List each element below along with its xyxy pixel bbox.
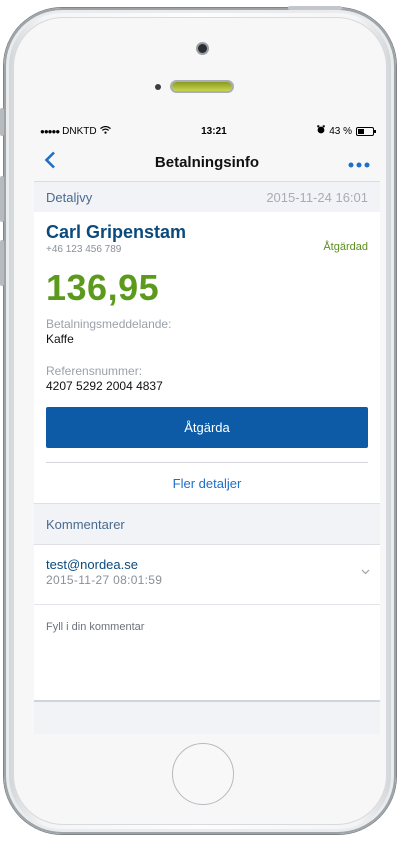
reference-label: Referensnummer: [46, 364, 143, 378]
wifi-icon [99, 125, 111, 137]
volume-up-button [0, 176, 4, 222]
more-dots-icon[interactable] [340, 152, 370, 173]
battery-icon [356, 126, 376, 136]
comment-email: test@nordea.se [46, 557, 138, 572]
comment-date: 2015-11-27 08:01:59 [46, 573, 163, 587]
more-details-link[interactable]: Fler detaljer [46, 463, 368, 503]
status-bar: ●●●●● DNKTD 13:21 43 % [34, 119, 380, 143]
battery-percent: 43 % [329, 125, 352, 137]
action-button[interactable]: Åtgärda [46, 407, 368, 448]
chevron-down-icon[interactable] [361, 566, 370, 578]
front-camera [198, 44, 207, 53]
proximity-sensor [155, 84, 161, 90]
earpiece-speaker [172, 82, 232, 91]
comments-header: Kommentarer [34, 503, 380, 545]
detail-label: Detaljvy [46, 189, 93, 205]
payer-phone: +46 123 456 789 [46, 244, 122, 255]
payer-name: Carl Gripenstam [46, 222, 187, 242]
chevron-left-icon[interactable] [44, 149, 74, 175]
status-left: ●●●●● DNKTD [40, 125, 111, 137]
status-time: 13:21 [201, 125, 227, 137]
detail-datetime: 2015-11-24 16:01 [266, 189, 368, 205]
app-screen: ●●●●● DNKTD 13:21 43 % Betalningsinfo De… [34, 119, 380, 734]
comment-input[interactable]: Fyll i din kommentar [34, 605, 380, 700]
signal-icon: ●●●●● [40, 126, 60, 136]
bottom-divider [34, 700, 380, 702]
home-button[interactable] [172, 743, 234, 805]
volume-down-button [0, 240, 4, 286]
payer-info: Carl Gripenstam +46 123 456 789 [46, 222, 186, 255]
power-button [288, 6, 342, 10]
payment-card: Carl Gripenstam +46 123 456 789 Åtgärdad… [34, 212, 380, 503]
detail-section-header: Detaljvy 2015-11-24 16:01 [34, 182, 380, 212]
message-label: Betalningsmeddelande: [46, 317, 172, 331]
status-right: 43 % [317, 125, 376, 137]
navigation-bar: Betalningsinfo [34, 143, 380, 182]
message-value: Kaffe [46, 332, 74, 346]
payer-row: Carl Gripenstam +46 123 456 789 Åtgärdad [46, 212, 368, 255]
status-badge: Åtgärdad [323, 241, 368, 253]
comment-item[interactable]: test@nordea.se 2015-11-27 08:01:59 [34, 545, 380, 605]
payment-amount: 136,95 [46, 267, 160, 308]
reference-value: 4207 5292 2004 4837 [46, 379, 163, 393]
carrier-label: DNKTD [62, 125, 97, 137]
page-title: Betalningsinfo [154, 153, 260, 171]
mute-switch [0, 108, 4, 136]
alarm-icon [317, 125, 325, 137]
